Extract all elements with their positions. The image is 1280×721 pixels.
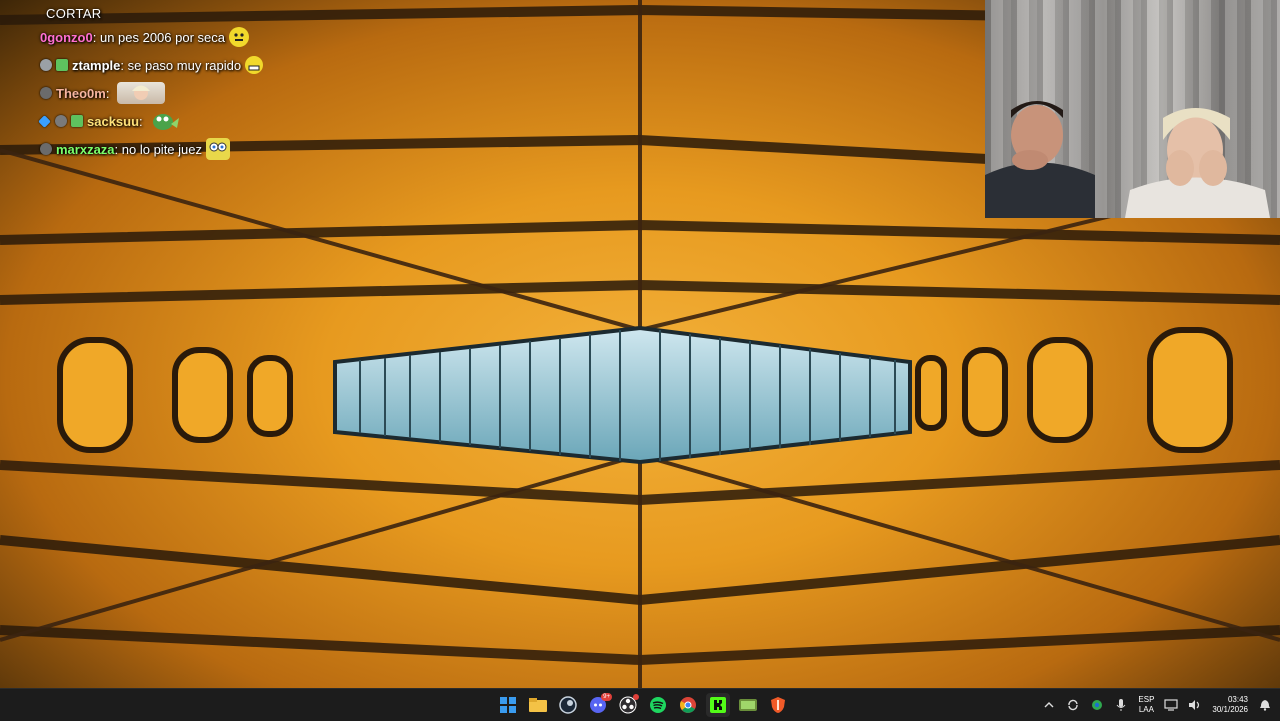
chevron-up-icon[interactable] <box>1042 698 1056 712</box>
grimace-face-emote-icon <box>245 56 264 74</box>
recording-dot-icon <box>633 694 639 700</box>
chat-text: : <box>105 85 110 101</box>
language-code: ESP <box>1138 695 1155 704</box>
chat-message: ztample : se paso muy rapido <box>40 51 360 79</box>
shield-icon[interactable] <box>766 693 790 717</box>
taskbar-clock[interactable]: 03:43 30/1/2026 <box>1212 695 1248 715</box>
chat-message: marxzaza : no lo pite juez <box>40 135 360 163</box>
file-explorer-icon[interactable] <box>526 693 550 717</box>
clock-date: 30/1/2026 <box>1212 705 1248 714</box>
badge-icon <box>40 143 52 155</box>
kick-icon[interactable] <box>706 693 730 717</box>
badge-icon <box>38 114 51 128</box>
webcam-feed <box>985 0 1280 218</box>
chat-text: : <box>139 113 143 129</box>
input-language[interactable]: ESP LAA <box>1138 695 1154 715</box>
badge-icon <box>55 115 67 127</box>
chat-username: sacksuu <box>87 113 140 129</box>
spongebob-emote-icon <box>206 138 230 160</box>
network-icon[interactable] <box>1164 698 1179 712</box>
chat-title: CORTAR <box>46 6 102 21</box>
notification-bell-icon[interactable] <box>1258 698 1272 712</box>
chat-text: : no lo pite juez <box>114 141 202 157</box>
neutral-face-emote-icon <box>229 27 249 47</box>
girl-face-emote-icon <box>117 82 166 104</box>
system-tray: ESP LAA 03:43 30/1/2026 <box>1042 689 1272 721</box>
windows-start-icon[interactable] <box>496 693 520 717</box>
clock-time: 03:43 <box>1227 695 1248 704</box>
chat-message: 0gonzo0 : un pes 2006 por seca <box>40 23 360 51</box>
chat-message: sacksuu : <box>38 107 360 135</box>
badge-icon <box>71 115 83 127</box>
steam-icon[interactable] <box>556 693 580 717</box>
game-icon[interactable] <box>736 693 760 717</box>
streamers-video <box>985 101 1270 218</box>
sync-icon[interactable] <box>1066 698 1080 712</box>
pepe-frog-emote-icon <box>151 110 181 132</box>
volume-icon[interactable] <box>1188 698 1202 712</box>
security-icon[interactable] <box>1090 698 1104 712</box>
badge-icon <box>40 87 52 99</box>
badge-icon <box>56 59 68 71</box>
chat-username: ztample <box>72 57 121 73</box>
chat-username: 0gonzo0 <box>40 29 93 45</box>
obs-icon[interactable] <box>616 693 640 717</box>
taskbar: 9+ ESP LAA 03:43 30/1/2026 <box>0 688 1280 721</box>
chat-text: : se paso muy rapido <box>120 57 242 73</box>
chat-overlay: CORTAR 0gonzo0 : un pes 2006 por seca zt… <box>38 6 360 163</box>
chat-text: : un pes 2006 por seca <box>92 29 225 45</box>
discord-icon[interactable]: 9+ <box>586 693 612 717</box>
badge-icon <box>40 59 52 71</box>
chat-message: Theo0m : <box>40 79 360 107</box>
keyboard-layout: LAA <box>1138 705 1154 714</box>
spotify-icon[interactable] <box>646 693 670 717</box>
chrome-icon[interactable] <box>676 693 700 717</box>
notification-badge: 9+ <box>601 693 612 701</box>
chat-username: marxzaza <box>56 141 115 157</box>
taskbar-apps: 9+ <box>496 693 790 717</box>
chat-username: Theo0m <box>56 85 106 101</box>
microphone-icon[interactable] <box>1114 698 1128 712</box>
